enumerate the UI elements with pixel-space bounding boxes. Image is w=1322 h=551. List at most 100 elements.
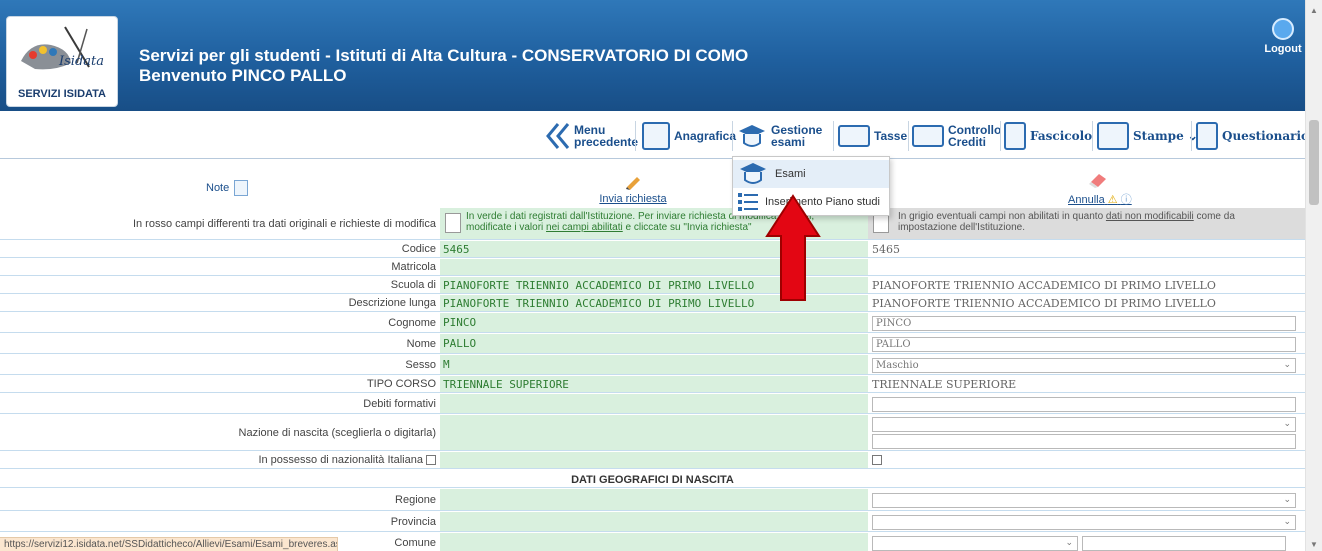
actions-row: Note Invia richiesta Annulla ⚠ ⓘ xyxy=(0,160,1305,207)
nazione-select[interactable]: ⌄ xyxy=(872,417,1296,432)
toolbar-divider xyxy=(635,121,636,151)
printer-icon xyxy=(1097,122,1129,150)
controllo-crediti-button[interactable]: Controllo Crediti xyxy=(912,120,1002,152)
id-card-icon xyxy=(642,122,670,150)
controllo-crediti-label: Controllo Crediti xyxy=(948,123,1002,149)
document-check-icon xyxy=(445,213,461,233)
nazionalita-checkbox[interactable] xyxy=(872,455,882,465)
chevron-down-icon: ⌄ xyxy=(1065,538,1073,548)
stampe-label: Stampe xyxy=(1133,129,1184,143)
section-title: DATI GEOGRAFICI DI NASCITA xyxy=(571,474,734,486)
double-chevron-left-icon xyxy=(546,123,570,149)
provincia-select[interactable]: ⌄ xyxy=(872,515,1296,530)
annulla-label: Annulla xyxy=(1068,194,1105,206)
debiti-input[interactable] xyxy=(872,397,1296,412)
field-row-regione: Regione ⌄ xyxy=(0,489,1305,511)
field-label: Scuola di xyxy=(390,279,436,291)
section-header-row: DATI GEOGRAFICI DI NASCITA xyxy=(0,470,1305,488)
legend-row: In rosso campi differenti tra dati origi… xyxy=(0,208,1305,240)
invia-richiesta-button[interactable]: Invia richiesta xyxy=(596,174,670,205)
scroll-thumb[interactable] xyxy=(1309,120,1319,205)
checklist-icon xyxy=(1196,122,1218,150)
field-label: Descrizione lunga xyxy=(348,297,436,309)
readonly-value: PIANOFORTE TRIENNIO ACCADEMICO DI PRIMO … xyxy=(872,278,1216,292)
field-label: Debiti formativi xyxy=(363,397,436,410)
menu-precedente-button[interactable]: Menu precedente xyxy=(544,120,639,152)
logout-button[interactable]: Logout xyxy=(1263,18,1303,55)
logo-caption: SERVIZI ISIDATA xyxy=(17,88,106,100)
menu-precedente-label: Menu precedente xyxy=(574,123,639,149)
field-label: TIPO CORSO xyxy=(366,378,436,390)
nome-input[interactable]: PALLO xyxy=(872,337,1296,352)
power-icon xyxy=(1272,18,1294,40)
field-row-codice: Codice 5465 5465 xyxy=(0,241,1305,258)
isidata-logo-art: Isidata xyxy=(21,26,104,70)
note-icon xyxy=(234,180,249,196)
logo-wordmark: Isidata xyxy=(58,54,104,69)
scroll-up-icon[interactable]: ▲ xyxy=(1310,6,1318,15)
sesso-select[interactable]: Maschio ⌄ xyxy=(872,358,1296,373)
main-toolbar: Menu precedente Anagrafica Gestione esam… xyxy=(0,111,1309,159)
document-info-icon xyxy=(873,213,889,233)
vertical-scrollbar[interactable]: ▲ ▼ xyxy=(1305,0,1322,551)
scroll-down-icon[interactable]: ▼ xyxy=(1310,540,1318,549)
readonly-value: PIANOFORTE TRIENNIO ACCADEMICO DI PRIMO … xyxy=(872,296,1216,310)
warning-icon: ⚠ xyxy=(1107,194,1118,206)
field-row-debiti: Debiti formativi xyxy=(0,394,1305,414)
original-value: TRIENNALE SUPERIORE xyxy=(440,376,868,392)
field-row-nome: Nome PALLO PALLO xyxy=(0,334,1305,354)
readonly-value: 5465 xyxy=(872,242,900,256)
chevron-down-icon: ⌄ xyxy=(1283,419,1291,429)
toolbar-divider xyxy=(1092,121,1093,151)
toggle-icon xyxy=(838,125,870,147)
list-icon xyxy=(738,193,758,211)
stampe-button[interactable]: Stampe ⌄ xyxy=(1097,120,1198,152)
isidata-logo[interactable]: Isidata SERVIZI ISIDATA xyxy=(6,16,118,107)
field-label: In possesso di nazionalità Italiana xyxy=(0,452,440,468)
chevron-down-icon: ⌄ xyxy=(1283,360,1291,370)
comune-text-input[interactable] xyxy=(1082,536,1286,551)
grey-info-box: In grigio eventuali campi non abilitati … xyxy=(868,208,1305,239)
info-icon[interactable]: ⓘ xyxy=(1121,194,1132,206)
graduation-cap-icon xyxy=(740,163,766,184)
anagrafica-button[interactable]: Anagrafica xyxy=(642,120,736,152)
invia-richiesta-label: Invia richiesta xyxy=(599,193,667,205)
field-row-matricola: Matricola xyxy=(0,259,1305,276)
original-value xyxy=(440,452,868,468)
field-row-nazionalita: In possesso di nazionalità Italiana xyxy=(0,452,1305,469)
red-arrow-annotation xyxy=(765,194,821,301)
dropdown-item-esami[interactable]: Esami xyxy=(733,160,889,188)
original-value xyxy=(440,415,868,450)
campi-abilitati-link[interactable]: nei campi abilitati xyxy=(546,222,623,233)
nazione-text-input[interactable] xyxy=(872,434,1296,449)
fascicolo-button[interactable]: Fascicolo xyxy=(1004,120,1092,152)
questionario-button[interactable]: Questionario xyxy=(1196,120,1309,152)
grey-info-line2: impostazione dell'Istituzione. xyxy=(898,222,1025,233)
annulla-button[interactable]: Annulla ⚠ ⓘ xyxy=(1068,170,1132,207)
regione-select[interactable]: ⌄ xyxy=(872,493,1296,508)
field-label: Regione xyxy=(395,493,436,506)
note-link[interactable]: Note xyxy=(206,180,249,196)
original-value: PALLO xyxy=(440,334,868,353)
sesso-selected-value: Maschio xyxy=(876,360,919,371)
legend-label: In rosso campi differenti tra dati origi… xyxy=(132,217,436,230)
field-label: Nazione di nascita (sceglierla o digitar… xyxy=(238,426,436,439)
field-label: Nome xyxy=(406,337,436,350)
toolbar-divider xyxy=(1191,121,1192,151)
original-value xyxy=(440,533,868,551)
field-label: Codice xyxy=(401,243,436,255)
field-row-tipo-corso: TIPO CORSO TRIENNALE SUPERIORE TRIENNALE… xyxy=(0,376,1305,393)
tasse-button[interactable]: Tasse xyxy=(838,120,907,152)
gestione-esami-button[interactable]: Gestione esami xyxy=(737,120,827,152)
note-label: Note xyxy=(206,181,230,194)
original-value: PINCO xyxy=(440,313,868,332)
field-label: Matricola xyxy=(391,261,436,273)
dati-non-modificabili-link[interactable]: dati non modificabili xyxy=(1106,211,1194,222)
comune-select[interactable]: ⌄ xyxy=(872,536,1078,551)
readonly-value xyxy=(868,259,1305,275)
graduation-cap-icon xyxy=(739,125,765,147)
folder-icon xyxy=(1004,122,1026,150)
questionario-label: Questionario xyxy=(1222,129,1310,143)
toolbar-divider xyxy=(833,121,834,151)
cognome-input[interactable]: PINCO xyxy=(872,316,1296,331)
